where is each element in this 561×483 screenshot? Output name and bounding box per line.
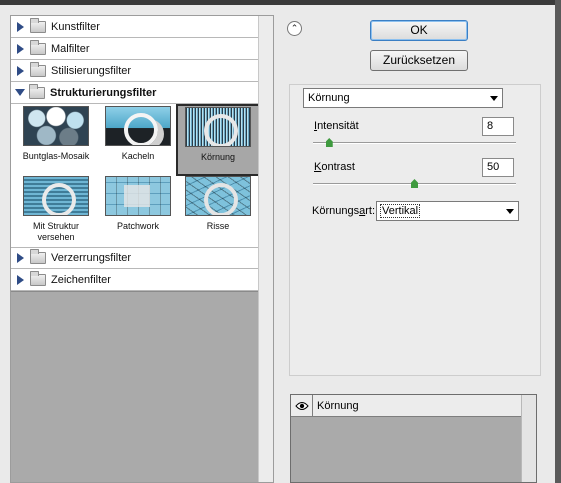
- filter-thumb-koernung[interactable]: Körnung: [176, 104, 260, 176]
- thumbnail-label: Mit Struktur versehen: [32, 221, 79, 242]
- category-label: Strukturierungsfilter: [50, 86, 157, 99]
- thumbnail-image: [23, 176, 89, 216]
- filter-thumb-patchwork[interactable]: Patchwork: [97, 176, 179, 256]
- layers-scrollbar[interactable]: [521, 395, 536, 482]
- chevron-down-icon: [490, 96, 498, 101]
- thumbnail-label: Körnung: [200, 152, 236, 162]
- filter-thumb-mit-struktur-versehen[interactable]: Mit Struktur versehen: [15, 176, 97, 256]
- filter-thumb-kacheln[interactable]: Kacheln: [97, 106, 179, 176]
- effect-layers-panel: Körnung: [290, 394, 537, 483]
- intensity-label: Intensität: [314, 120, 359, 132]
- folder-icon: [30, 39, 46, 55]
- category-label: Kunstfilter: [51, 20, 100, 33]
- chevron-down-icon: [506, 209, 514, 214]
- collapse-triangle-icon[interactable]: [15, 89, 25, 96]
- thumbnail-image: [185, 107, 251, 147]
- filter-gallery: Kunstfilter Malfilter Stilisierungsfilte…: [10, 15, 274, 483]
- gallery-empty-area: [11, 291, 259, 482]
- category-stilisierungsfilter[interactable]: Stilisierungsfilter: [11, 60, 259, 82]
- category-label: Verzerrungsfilter: [51, 252, 132, 264]
- category-kunstfilter[interactable]: Kunstfilter: [11, 16, 259, 38]
- intensity-slider-track[interactable]: [313, 142, 516, 144]
- filter-select-value: Körnung: [308, 92, 350, 104]
- category-label: Zeichenfilter: [51, 273, 111, 286]
- grain-type-select[interactable]: Vertikal: [376, 201, 519, 221]
- contrast-input[interactable]: 50: [482, 158, 514, 177]
- category-label: Stilisierungsfilter: [51, 64, 132, 77]
- folder-icon: [30, 270, 46, 286]
- folder-open-icon: [29, 83, 45, 99]
- effect-layer-label: Körnung: [317, 399, 359, 412]
- thumbnail-image: [105, 106, 171, 146]
- grain-type-label: Körnungsart:: [312, 205, 375, 217]
- expand-triangle-icon[interactable]: [17, 43, 24, 54]
- grain-type-value: Vertikal: [379, 204, 421, 218]
- thumbnail-label: Buntglas-Mosaik: [22, 151, 90, 161]
- expand-triangle-icon[interactable]: [17, 253, 24, 263]
- window-top-edge: [0, 0, 561, 5]
- filter-select[interactable]: Körnung: [303, 88, 503, 108]
- eye-icon[interactable]: [291, 395, 313, 416]
- thumbnail-label: Kacheln: [121, 151, 155, 161]
- thumbnail-label: Risse: [206, 221, 230, 231]
- gallery-scrollbar[interactable]: [258, 16, 273, 482]
- folder-icon: [30, 61, 46, 77]
- contrast-label: Kontrast: [314, 161, 355, 173]
- intensity-input[interactable]: 8: [482, 117, 514, 136]
- category-malfilter[interactable]: Malfilter: [11, 38, 259, 60]
- expand-triangle-icon[interactable]: [17, 21, 24, 32]
- category-label: Malfilter: [51, 42, 90, 55]
- thumbnail-image: [23, 106, 89, 146]
- reset-button[interactable]: Zurücksetzen: [370, 50, 468, 71]
- filter-thumb-risse[interactable]: Risse: [177, 176, 259, 256]
- expand-triangle-icon[interactable]: [17, 65, 24, 76]
- folder-icon: [30, 249, 46, 264]
- effect-layer-row[interactable]: Körnung: [291, 395, 522, 417]
- expand-triangle-icon[interactable]: [17, 274, 24, 285]
- window-right-edge: [555, 0, 561, 483]
- collapse-gallery-icon[interactable]: ⌃: [287, 21, 302, 36]
- category-verzerrungsfilter[interactable]: Verzerrungsfilter: [11, 247, 259, 269]
- filter-thumb-buntglas-mosaik[interactable]: Buntglas-Mosaik: [15, 106, 97, 176]
- ok-button[interactable]: OK: [370, 20, 468, 41]
- thumbnail-label: Patchwork: [116, 221, 160, 231]
- thumbnail-image: [185, 176, 251, 216]
- folder-icon: [30, 17, 46, 33]
- category-zeichenfilter[interactable]: Zeichenfilter: [11, 269, 259, 291]
- category-strukturierungsfilter[interactable]: Strukturierungsfilter: [11, 82, 259, 104]
- thumbnail-image: [105, 176, 171, 216]
